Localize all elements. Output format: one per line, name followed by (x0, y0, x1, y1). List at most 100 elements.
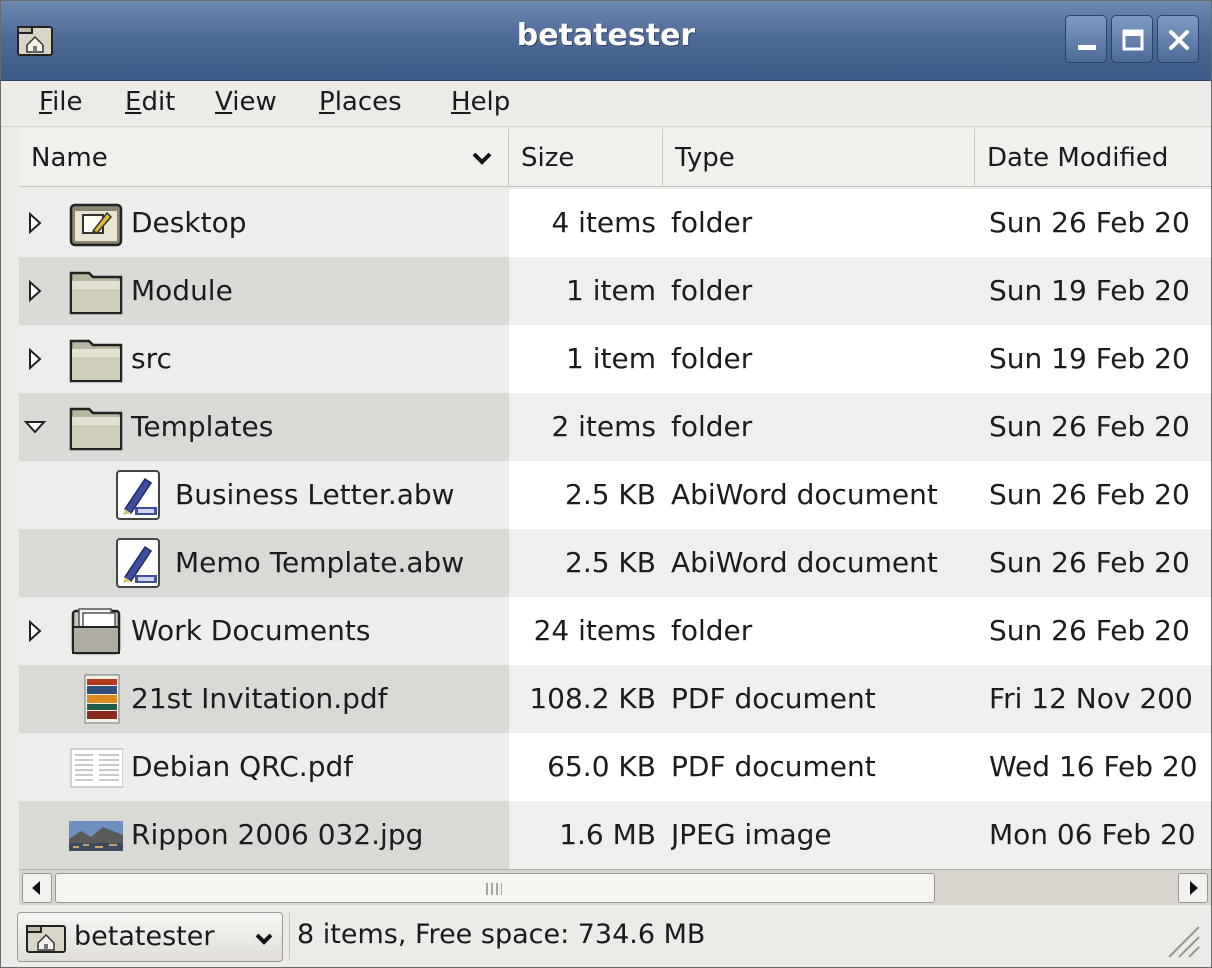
home-folder-icon (26, 925, 66, 953)
jpeg-thumbnail-icon (69, 821, 123, 851)
title-bar[interactable]: betatester (1, 1, 1211, 81)
list-item[interactable]: Debian QRC.pdf 65.0 KB PDF document Wed … (19, 733, 1211, 801)
column-header-name[interactable]: Name (19, 129, 509, 187)
file-name: Rippon 2006 032.jpg (131, 818, 424, 851)
expander-expanded-icon[interactable] (23, 419, 47, 435)
file-type: folder (671, 274, 753, 307)
location-dropdown[interactable]: betatester (17, 912, 283, 962)
list-item[interactable]: Module 1 item folder Sun 19 Feb 20 (19, 257, 1211, 325)
expander-collapsed-icon[interactable] (27, 347, 43, 371)
file-date-modified: Sun 19 Feb 20 (989, 274, 1190, 307)
status-summary: 8 items, Free space: 734.6 MB (297, 919, 706, 950)
status-bar: betatester 8 items, Free space: 734.6 MB (1, 905, 1211, 967)
column-header-type[interactable]: Type (663, 129, 975, 187)
chevron-down-icon (255, 933, 273, 945)
arrow-left-icon (32, 881, 40, 895)
file-date-modified: Wed 16 Feb 20 (989, 750, 1198, 783)
file-date-modified: Sun 26 Feb 20 (989, 614, 1190, 647)
list-item[interactable]: Rippon 2006 032.jpg 1.6 MB JPEG image Mo… (19, 801, 1211, 869)
file-name: Business Letter.abw (175, 478, 455, 511)
expander-collapsed-icon[interactable] (27, 279, 43, 303)
file-list: Desktop 4 items folder Sun 26 Feb 20 Mod… (19, 189, 1211, 869)
pdf-thumbnail-icon (84, 674, 120, 724)
abiword-document-icon (116, 470, 160, 520)
menu-file[interactable]: File (39, 87, 83, 117)
file-size: 2 items (551, 410, 656, 443)
column-header-date-modified[interactable]: Date Modified (975, 129, 1211, 187)
file-name: Module (131, 274, 233, 307)
list-item[interactable]: Memo Template.abw 2.5 KB AbiWord documen… (19, 529, 1211, 597)
file-date-modified: Sun 26 Feb 20 (989, 206, 1190, 239)
file-type: PDF document (671, 750, 876, 783)
file-date-modified: Fri 12 Nov 200 (989, 682, 1193, 715)
file-type: AbiWord document (671, 478, 938, 511)
scroll-right-button[interactable] (1178, 873, 1208, 903)
file-size: 4 items (551, 206, 656, 239)
file-date-modified: Sun 26 Feb 20 (989, 410, 1190, 443)
file-name: 21st Invitation.pdf (131, 682, 388, 715)
abiword-document-icon (116, 538, 160, 588)
file-type: folder (671, 342, 753, 375)
documents-folder-icon (71, 608, 121, 655)
column-headers: Name Size Type Date Modified (19, 129, 1211, 187)
file-size: 2.5 KB (565, 546, 656, 579)
desktop-folder-icon (69, 203, 123, 247)
sort-descending-icon (472, 152, 492, 165)
list-item[interactable]: 21st Invitation.pdf 108.2 KB PDF documen… (19, 665, 1211, 733)
expander-collapsed-icon[interactable] (27, 211, 43, 235)
close-icon (1169, 30, 1189, 50)
file-size: 1.6 MB (559, 818, 656, 851)
scrollbar-thumb[interactable] (55, 873, 935, 903)
list-item[interactable]: src 1 item folder Sun 19 Feb 20 (19, 325, 1211, 393)
list-item[interactable]: Business Letter.abw 2.5 KB AbiWord docum… (19, 461, 1211, 529)
file-size: 1 item (566, 342, 656, 375)
file-date-modified: Sun 19 Feb 20 (989, 342, 1190, 375)
file-size: 2.5 KB (565, 478, 656, 511)
file-name: Memo Template.abw (175, 546, 465, 579)
file-manager-window: betatester File Edit View Places Help Na… (0, 0, 1212, 968)
file-date-modified: Sun 26 Feb 20 (989, 478, 1190, 511)
minimize-icon (1078, 45, 1096, 50)
file-name: Debian QRC.pdf (131, 750, 354, 783)
file-type: folder (671, 410, 753, 443)
folder-icon (69, 271, 123, 315)
menu-places[interactable]: Places (319, 87, 402, 117)
pdf-document-icon (70, 748, 123, 788)
expander-collapsed-icon[interactable] (27, 619, 43, 643)
arrow-right-icon (1190, 881, 1198, 895)
file-size: 1 item (566, 274, 656, 307)
column-header-size[interactable]: Size (509, 129, 663, 187)
file-name: Templates (131, 410, 274, 443)
file-name: Work Documents (131, 614, 371, 647)
file-size: 24 items (533, 614, 656, 647)
minimize-button[interactable] (1065, 15, 1107, 63)
file-date-modified: Mon 06 Feb 20 (989, 818, 1196, 851)
file-type: JPEG image (671, 818, 832, 851)
menu-edit[interactable]: Edit (125, 87, 175, 117)
list-item[interactable]: Templates 2 items folder Sun 26 Feb 20 (19, 393, 1211, 461)
file-name: src (131, 342, 172, 375)
close-button[interactable] (1157, 15, 1199, 63)
maximize-button[interactable] (1111, 15, 1153, 63)
menu-bar: File Edit View Places Help (1, 81, 1211, 127)
file-date-modified: Sun 26 Feb 20 (989, 546, 1190, 579)
list-item[interactable]: Work Documents 24 items folder Sun 26 Fe… (19, 597, 1211, 665)
location-label: betatester (74, 921, 215, 952)
menu-help[interactable]: Help (451, 87, 510, 117)
menu-view[interactable]: View (215, 87, 277, 117)
file-type: PDF document (671, 682, 876, 715)
maximize-icon (1122, 29, 1144, 51)
file-size: 108.2 KB (529, 682, 656, 715)
file-type: AbiWord document (671, 546, 938, 579)
file-name: Desktop (131, 206, 247, 239)
resize-grip-icon[interactable] (1161, 919, 1201, 959)
window-title: betatester (516, 18, 696, 53)
folder-icon (69, 339, 123, 383)
list-item[interactable]: Desktop 4 items folder Sun 26 Feb 20 (19, 189, 1211, 257)
file-size: 65.0 KB (547, 750, 656, 783)
horizontal-scrollbar[interactable] (19, 869, 1211, 905)
scroll-left-button[interactable] (22, 873, 52, 903)
file-type: folder (671, 206, 753, 239)
folder-icon (69, 407, 123, 451)
file-type: folder (671, 614, 753, 647)
